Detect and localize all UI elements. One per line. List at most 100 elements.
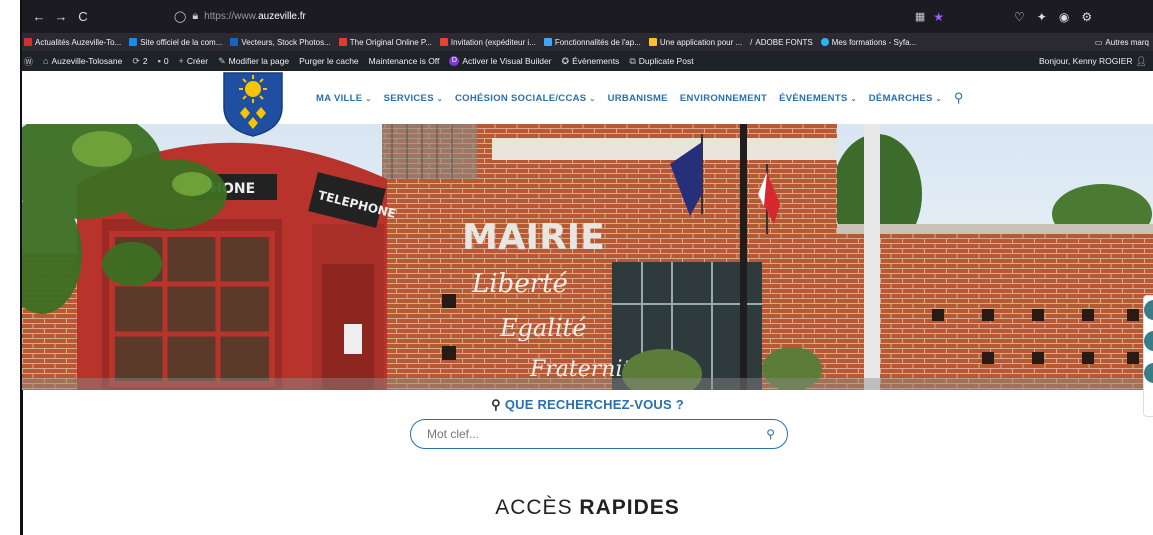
chevron-down-icon: ⌄: [850, 95, 857, 103]
wp-edit-page[interactable]: ✎ Modifier la page: [218, 56, 289, 67]
wp-comments[interactable]: ▪ 0: [158, 56, 169, 66]
user-icon: 👤︎: [1135, 55, 1147, 66]
city-crest-logo[interactable]: [222, 71, 284, 137]
search-heading-text: QUE RECHERCHEZ-VOUS ?: [504, 397, 684, 412]
menu-item-environnement[interactable]: ENVIRONNEMENT: [680, 93, 767, 104]
url-text[interactable]: https://www.auzeville.fr: [204, 11, 306, 22]
pocket-icon[interactable]: ♡: [1014, 10, 1025, 24]
wp-events[interactable]: ✪ Évènements: [562, 56, 620, 67]
wp-maintenance[interactable]: Maintenance is Off: [369, 56, 440, 66]
main-menu: MA VILLE ⌄ SERVICES ⌄ COHÉSION SOCIALE/CCA…: [316, 90, 963, 106]
menu-label: URBANISME: [607, 92, 668, 104]
shield-icon: ◯: [174, 11, 187, 23]
maintenance-label: Maintenance is Off: [368, 56, 440, 66]
bookmark-item[interactable]: Invitation (expéditeur i...: [439, 38, 536, 47]
side-button-1[interactable]: [1144, 300, 1153, 320]
settings-icon[interactable]: ⚙: [1081, 10, 1092, 24]
purge-cache-label: Purger le cache: [299, 56, 359, 66]
bookmark-item[interactable]: Une application pour ...: [648, 37, 743, 47]
side-button-2[interactable]: [1144, 331, 1153, 351]
site-name-label: Auzeville-Tolosane: [51, 56, 123, 66]
menu-label: MA VILLE: [316, 92, 363, 104]
screen-margin: [0, 0, 22, 535]
duplicate-label: Duplicate Post: [638, 56, 694, 66]
search-section: ⚲QUE RECHERCHEZ-VOUS ? ⚲: [22, 391, 1153, 449]
comments-count: 0: [163, 56, 169, 66]
search-icon: ⚲: [491, 397, 501, 412]
extension-icon[interactable]: ✦: [1037, 10, 1047, 24]
menu-label: ENVIRONNEMENT: [679, 92, 768, 104]
hero-sign-mairie: MAIRIE: [462, 217, 605, 258]
menu-item-ma-ville[interactable]: MA VILLE ⌄: [316, 93, 372, 104]
wp-updates[interactable]: ⟳ 2: [132, 56, 147, 67]
browser-window: ← → C ◯ 🔒︎ https://www.auzeville.fr ▦ ★ …: [22, 0, 1153, 535]
reload-button[interactable]: C: [72, 9, 94, 24]
bookmark-item[interactable]: Actualités Auzeville-To...: [24, 38, 121, 47]
bookmark-star-icon[interactable]: ★: [933, 10, 944, 24]
wp-admin-bar: Ⓦ ⌂ Auzeville-Tolosane ⟳ 2 ▪ 0 + Créer ✎ Modi…: [22, 51, 1153, 71]
bookmark-item[interactable]: Site officiel de la com...: [129, 38, 222, 47]
site-header: MA VILLE ⌄ SERVICES ⌄ COHÉSION SOCIALE/CCA…: [22, 71, 1153, 137]
menu-label: DÉMARCHES: [868, 92, 933, 104]
bookmark-label: ADOBE FONTS: [755, 37, 813, 47]
events-label: Évènements: [572, 56, 620, 66]
bookmark-item[interactable]: / ADOBE FONTS: [750, 38, 813, 47]
other-bookmarks[interactable]: ▭ Autres marq: [1095, 38, 1151, 47]
menu-item-cohesion-sociale[interactable]: COHÉSION SOCIALE/CCAS ⌄: [455, 93, 596, 104]
wp-site-name[interactable]: ⌂ Auzeville-Tolosane: [43, 56, 122, 66]
bookmark-item[interactable]: Fonctionnalités de l'ap...: [543, 38, 641, 47]
menu-item-evenements[interactable]: ÉVÈNEMENTS ⌄: [779, 93, 857, 104]
bookmark-item[interactable]: Vecteurs, Stock Photos...: [230, 38, 331, 47]
menu-item-urbanisme[interactable]: URBANISME: [608, 93, 668, 104]
chevron-down-icon: ⌄: [589, 95, 596, 103]
bookmark-item[interactable]: Mes formations - Syfa...: [820, 37, 917, 47]
wp-purge-cache[interactable]: Purger le cache: [299, 56, 359, 66]
side-button-3[interactable]: [1144, 363, 1153, 383]
bookmark-label: Une application pour ...: [659, 37, 743, 47]
wp-account[interactable]: Bonjour, Kenny ROGIER 👤︎: [1039, 56, 1151, 67]
bookmarks-bar: Actualités Auzeville-To... Site officiel…: [22, 33, 1153, 51]
other-bookmarks-label: Autres marq: [1105, 37, 1149, 47]
menu-label: SERVICES: [383, 92, 434, 104]
bookmark-favicon: [648, 38, 657, 46]
back-button[interactable]: ←: [28, 9, 50, 24]
comment-icon: ▪: [157, 56, 161, 66]
url-prefix: https://www.: [204, 11, 259, 22]
quick-access-bold: RAPIDES: [579, 496, 680, 519]
forward-button[interactable]: →: [50, 9, 72, 24]
folder-icon: ▭: [1094, 37, 1103, 47]
search-input[interactable]: [427, 427, 767, 441]
hero-motto-liberte: Liberté: [471, 269, 568, 299]
divi-icon: D: [449, 56, 460, 66]
browser-toolbar: ← → C ◯ 🔒︎ https://www.auzeville.fr ▦ ★ …: [22, 0, 1153, 33]
qr-code-icon[interactable]: ▦: [915, 10, 925, 23]
quick-access-heading: ACCÈS RAPIDES: [22, 496, 1153, 520]
search-icon[interactable]: ⚲: [954, 90, 964, 106]
bookmark-favicon: [129, 38, 138, 46]
hero-motto-egalite: Egalité: [499, 314, 586, 342]
plus-icon: +: [178, 56, 184, 66]
url-domain: auzeville.fr: [258, 11, 306, 22]
wp-duplicate[interactable]: ⧉ Duplicate Post: [629, 56, 693, 67]
bookmark-label: Mes formations - Syfa...: [831, 37, 917, 47]
refresh-icon: ⟳: [132, 55, 140, 66]
address-bar[interactable]: ◯ 🔒︎ https://www.auzeville.fr ▦ ★: [174, 5, 944, 29]
wordpress-logo[interactable]: Ⓦ: [24, 55, 33, 68]
calendar-icon: ✪: [561, 55, 570, 66]
account-icon[interactable]: ◉: [1059, 10, 1069, 24]
duplicate-icon: ⧉: [629, 55, 636, 66]
menu-item-services[interactable]: SERVICES ⌄: [384, 93, 443, 104]
hero-image: MAIRIE Liberté Egalité Fraternité TELEPH…: [22, 124, 1153, 390]
quick-access-light: ACCÈS: [495, 496, 573, 519]
search-heading: ⚲ QUE RECHERCHEZ-VOUS ?: [22, 397, 1153, 413]
chevron-down-icon: ⌄: [436, 95, 444, 103]
bookmark-favicon: [230, 38, 239, 46]
chevron-down-icon: ⌄: [365, 95, 372, 103]
search-submit-icon[interactable]: ⚲: [766, 427, 775, 441]
wp-create[interactable]: + Créer: [179, 56, 209, 66]
wp-visual-builder[interactable]: D Activer le Visual Builder: [449, 56, 552, 66]
bookmark-item[interactable]: The Original Online P...: [338, 38, 432, 47]
search-box[interactable]: ⚲: [410, 419, 788, 449]
create-label: Créer: [186, 56, 209, 66]
menu-item-demarches[interactable]: DÉMARCHES ⌄: [869, 93, 942, 104]
